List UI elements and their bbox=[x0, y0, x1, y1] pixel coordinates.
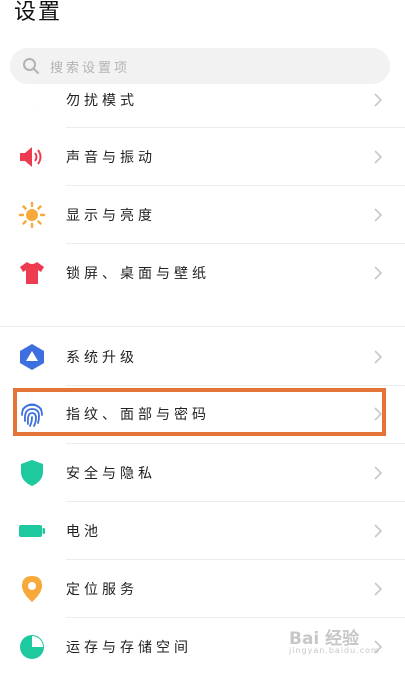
sun-icon bbox=[18, 201, 46, 229]
settings-item-security[interactable]: 安全与隐私 bbox=[0, 444, 405, 501]
settings-item-wallpaper[interactable]: 锁屏、桌面与壁纸 bbox=[0, 244, 405, 301]
highlight-box bbox=[13, 388, 386, 436]
chevron-right-icon bbox=[374, 92, 383, 107]
chevron-right-icon bbox=[374, 207, 383, 222]
settings-item-label: 勿扰模式 bbox=[66, 92, 138, 109]
settings-item-sound[interactable]: 声音与振动 bbox=[0, 128, 405, 185]
settings-item-label: 运存与存储空间 bbox=[66, 639, 192, 656]
upgrade-icon bbox=[18, 343, 46, 371]
tshirt-icon bbox=[18, 259, 46, 287]
settings-item-do-not-disturb[interactable]: 勿扰模式 bbox=[0, 71, 405, 128]
settings-item-location[interactable]: 定位服务 bbox=[0, 560, 405, 617]
settings-item-label: 定位服务 bbox=[66, 581, 138, 598]
settings-item-battery[interactable]: 电池 bbox=[0, 502, 405, 559]
moon-icon bbox=[18, 86, 46, 114]
chevron-right-icon bbox=[374, 581, 383, 596]
shield-icon bbox=[18, 459, 46, 487]
chevron-right-icon bbox=[374, 523, 383, 538]
watermark-url: jingyan.baidu.com bbox=[289, 646, 380, 655]
settings-item-label: 锁屏、桌面与壁纸 bbox=[66, 265, 210, 282]
battery-icon bbox=[18, 517, 46, 545]
chevron-right-icon bbox=[374, 149, 383, 164]
chevron-right-icon bbox=[374, 265, 383, 280]
chevron-right-icon bbox=[374, 465, 383, 480]
pie-chart-icon bbox=[18, 633, 46, 661]
chevron-right-icon bbox=[374, 349, 383, 364]
settings-item-label: 系统升级 bbox=[66, 349, 138, 366]
settings-item-label: 电池 bbox=[66, 523, 102, 540]
watermark: Bai 经验 jingyan.baidu.com bbox=[285, 620, 395, 660]
location-pin-icon bbox=[18, 575, 46, 603]
settings-item-system-upgrade[interactable]: 系统升级 bbox=[0, 328, 405, 385]
settings-item-label: 声音与振动 bbox=[66, 149, 156, 166]
settings-item-display[interactable]: 显示与亮度 bbox=[0, 186, 405, 243]
section-divider bbox=[0, 326, 405, 327]
header: 设置 bbox=[0, 0, 405, 40]
speaker-icon bbox=[18, 143, 46, 171]
settings-item-label: 安全与隐私 bbox=[66, 465, 156, 482]
settings-item-label: 显示与亮度 bbox=[66, 207, 156, 224]
page-title: 设置 bbox=[14, 0, 63, 25]
